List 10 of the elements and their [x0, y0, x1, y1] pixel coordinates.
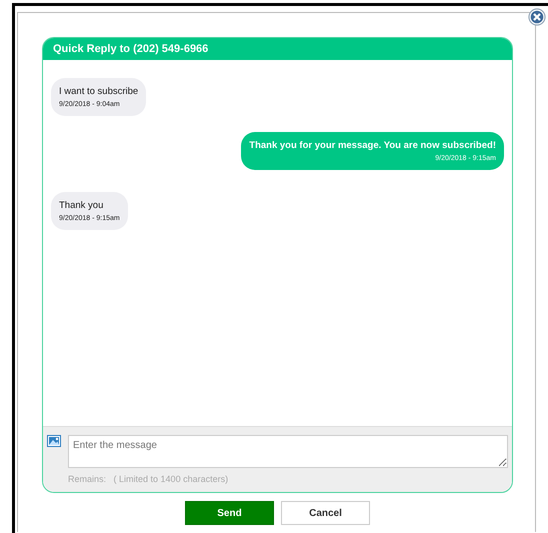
panel-title: Quick Reply to (202) 549-6966: [43, 38, 512, 60]
send-button[interactable]: Send: [185, 501, 274, 525]
close-icon[interactable]: [528, 8, 546, 26]
message-text: Thank you for your message. You are now subscribed!: [249, 140, 496, 151]
cancel-button[interactable]: Cancel: [281, 501, 370, 525]
remains-note: Remains: ( Limited to 1400 characters): [68, 474, 230, 484]
message-field[interactable]: Enter the message: [68, 435, 508, 468]
message-text: Thank you: [59, 200, 104, 211]
message-text: I want to subscribe: [59, 86, 138, 97]
image-icon[interactable]: [47, 435, 61, 447]
